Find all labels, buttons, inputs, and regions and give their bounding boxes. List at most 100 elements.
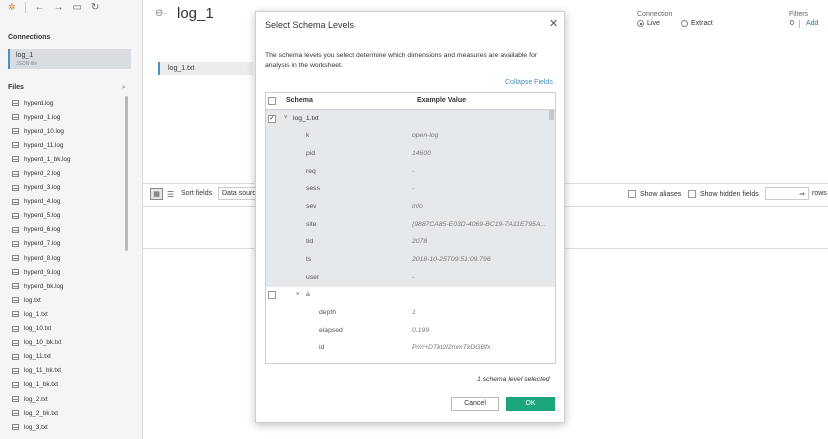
chevron-down-icon[interactable]: ˅ [284,115,288,121]
forward-icon[interactable]: → [54,2,64,13]
schema-row[interactable]: tid 2078 [266,233,555,252]
file-list: hyperd.log hyperd_1.log hyperd_10.log hyper… [12,96,122,434]
schema-scrollbar[interactable] [549,110,554,120]
search-icon[interactable]: ⌕ [122,84,126,92]
file-item[interactable]: log_1.txt [12,307,122,321]
schema-row[interactable]: id P////+DTkt2l2mmTkDGBfx [266,340,555,358]
schema-example-value: - [412,167,415,175]
show-hidden-label: Show hidden fields [700,190,759,198]
file-name: log_10.txt [24,325,52,333]
sort-fields-label: Sort fields [181,190,213,197]
schema-field-name: user [306,273,320,281]
file-item[interactable]: hyperd_1_bk.log [12,152,122,166]
file-item[interactable]: hyperd_11.log [12,138,122,152]
file-item[interactable]: log_11.txt [12,350,122,364]
schema-field-name: elapsed [319,326,343,334]
schema-row[interactable]: sess - [266,180,555,199]
grid-view-icon[interactable]: ▦ [150,188,163,200]
toolbar: ✲ ← → ▭ ↻ [0,0,142,15]
schema-row[interactable]: sev info [266,198,555,217]
schema-row[interactable]: elapsed 0.199 [266,322,555,340]
schema-row[interactable]: user - [266,269,555,287]
file-item[interactable]: hyperd_bk.log [12,279,122,293]
datasource-title[interactable]: log_1 [177,5,214,22]
file-item[interactable]: log_2_bk.txt [12,406,122,420]
file-item[interactable]: log_10_bk.txt [12,336,122,350]
file-item[interactable]: hyperd_4.log [12,195,122,209]
show-aliases-checkbox[interactable]: Show aliases [628,190,681,198]
file-item[interactable]: hyperd.log [12,96,122,110]
file-item[interactable]: hyperd_6.log [12,223,122,237]
file-item[interactable]: hyperd_7.log [12,237,122,251]
file-table-icon [12,114,19,121]
file-table-icon [12,240,19,247]
collapse-fields-link[interactable]: Collapse Fields [505,79,553,86]
chevron-down-icon[interactable]: ˅ [296,292,300,298]
sort-fields-select[interactable]: Data source order [218,187,258,200]
show-hidden-fields-checkbox[interactable]: Show hidden fields [688,190,759,198]
file-item[interactable]: log_1_bk.txt [12,378,122,392]
schema-row[interactable]: depth 1 [266,305,555,323]
save-icon[interactable]: ▭ [73,2,82,13]
filters-add-link[interactable]: Add [806,20,818,27]
rows-input[interactable]: ⇒ [765,187,809,200]
checked-checkbox-icon[interactable]: ✓ [268,114,276,123]
ok-button[interactable]: OK [506,397,555,411]
file-item[interactable]: hyperd_3.log [12,181,122,195]
file-name: log.txt [24,296,41,304]
file-item[interactable]: hyperd_5.log [12,209,122,223]
file-table-icon [12,311,19,318]
schema-example-value: 2018-10-25T09:51:09.796 [412,256,491,263]
checkbox-icon [628,190,636,198]
connection-item[interactable]: log_1 JSON file [8,49,131,69]
schema-row[interactable]: ✓ ˅ log_1.txt [266,110,555,128]
checkbox-icon[interactable] [268,291,276,300]
filters-divider [799,20,800,28]
file-name: log_3.txt [24,423,48,431]
file-table-icon [12,297,19,304]
refresh-icon[interactable]: ↻ [91,2,99,13]
file-item[interactable]: log_3.txt [12,420,122,434]
schema-row[interactable]: k open-log [266,127,555,146]
schema-row[interactable]: req - [266,163,555,181]
file-item[interactable]: hyperd_1.log [12,110,122,124]
schema-row[interactable]: ˅ a [266,287,555,305]
extract-label: Extract [691,20,713,27]
radio-off-icon [681,20,688,27]
files-heading: Files [8,84,24,91]
file-table-icon [12,283,19,290]
live-radio[interactable]: Live [637,20,660,27]
file-table-icon [12,353,19,360]
canvas-table[interactable]: log_1.txt [158,62,253,75]
select-all-checkbox[interactable] [268,97,276,105]
schema-row[interactable]: ts 2018-10-25T09:51:09.796 [266,251,555,270]
file-item[interactable]: log_10.txt [12,322,122,336]
schema-row[interactable]: pid 14600 [266,145,555,164]
file-item[interactable]: log.txt [12,293,122,307]
file-table-icon [12,198,19,205]
close-icon[interactable]: ✕ [549,19,558,30]
file-item[interactable]: log_2.txt [12,392,122,406]
file-list-scrollbar[interactable] [125,96,128,251]
file-table-icon [12,212,19,219]
cancel-button[interactable]: Cancel [451,397,499,411]
back-icon[interactable]: ← [35,2,45,13]
tableau-logo-icon[interactable]: ✲ [8,3,16,12]
schema-row[interactable]: site {9887CA85-E03D-4069-BC19-7A11E795A..… [266,216,555,234]
file-name: log_11_bk.txt [24,367,61,375]
schema-field-name: id [319,344,325,352]
file-name: hyperd_3.log [24,184,61,192]
schema-example-value: - [412,273,415,281]
show-aliases-label: Show aliases [640,190,682,198]
file-item[interactable]: hyperd_2.log [12,166,122,180]
left-panel: ✲ ← → ▭ ↻ Connections log_1 JSON file Fi… [0,0,143,439]
file-item[interactable]: hyperd_10.log [12,124,122,138]
file-item[interactable]: hyperd_9.log [12,265,122,279]
extract-radio[interactable]: Extract [681,20,713,27]
schema-example-value: - [412,185,415,193]
selection-status: 1 schema level selected [477,376,550,383]
file-table-icon [12,170,19,177]
file-item[interactable]: log_11_bk.txt [12,364,122,378]
file-item[interactable]: hyperd_8.log [12,251,122,265]
list-view-icon[interactable]: ☰ [167,190,174,199]
